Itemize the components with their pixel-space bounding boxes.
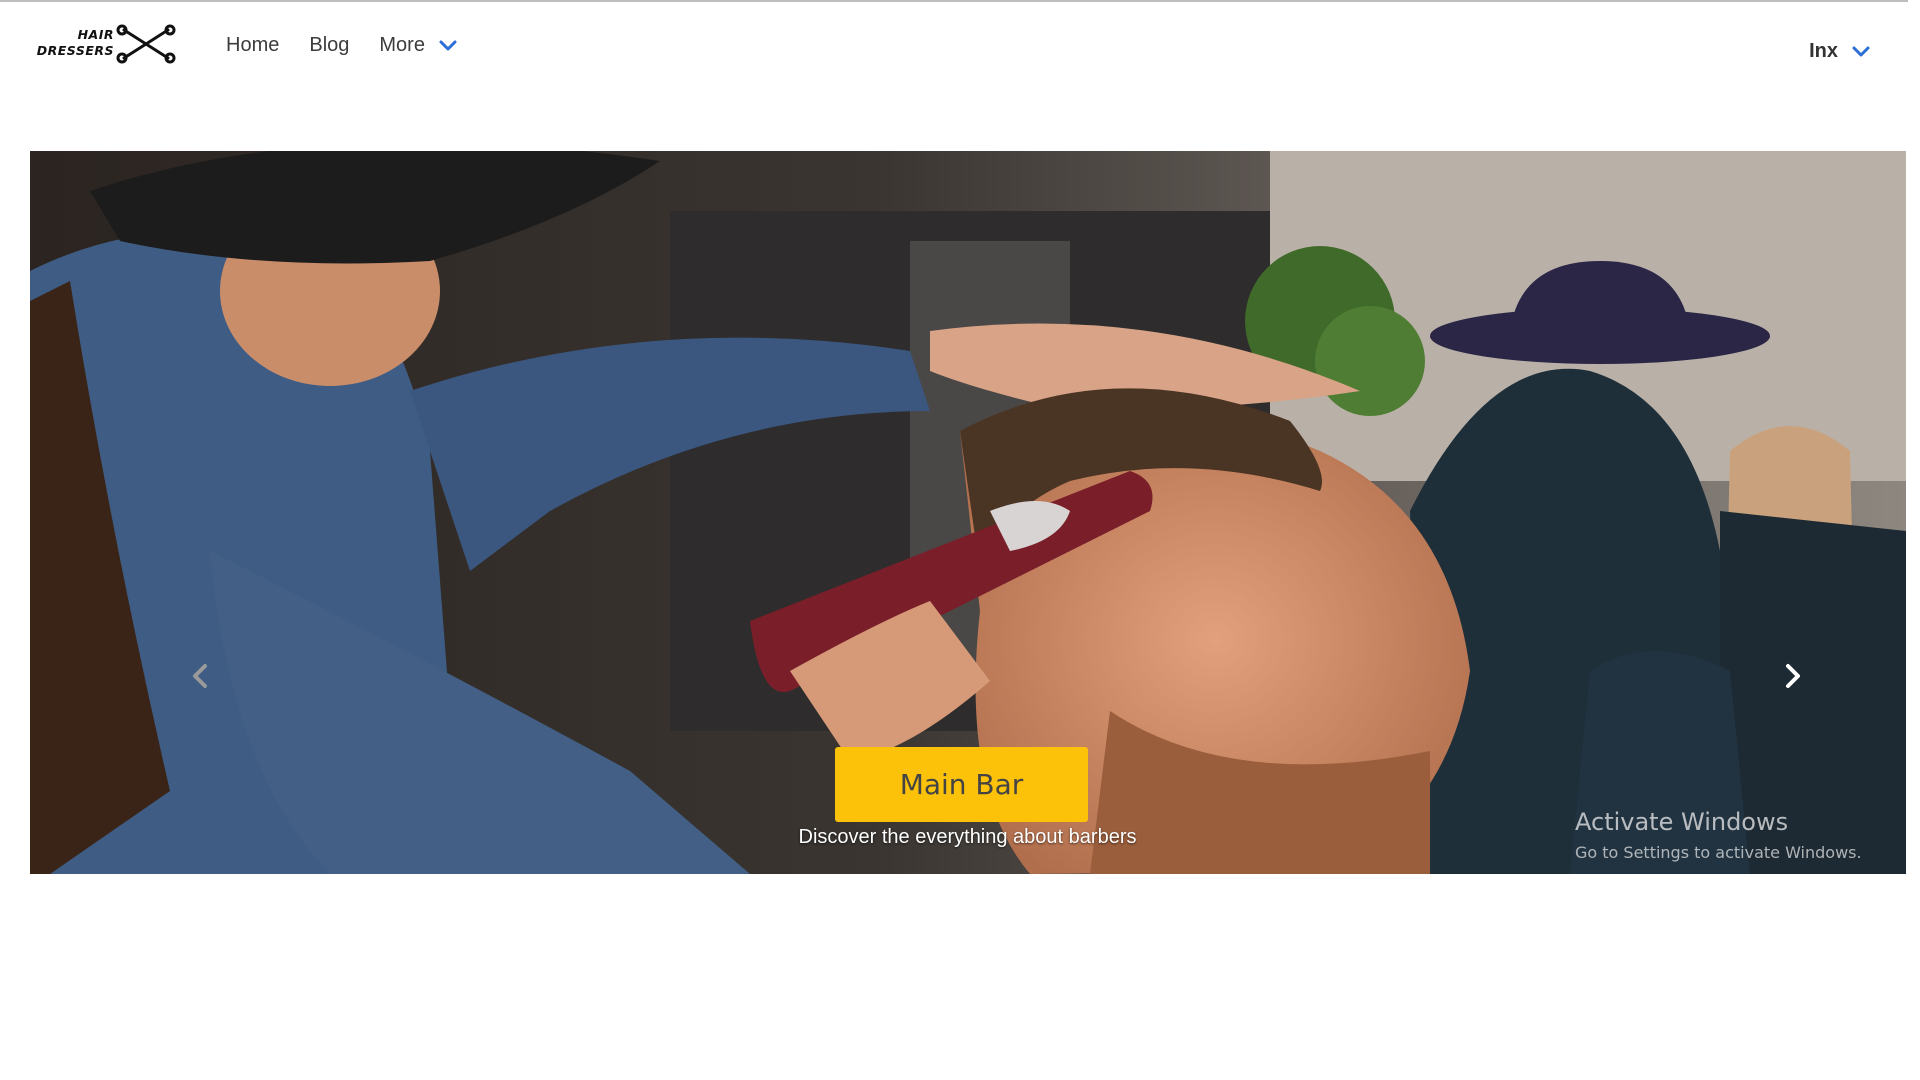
chevron-right-icon xyxy=(1786,664,1800,688)
nav-more-dropdown[interactable]: More xyxy=(379,34,457,57)
chevron-down-icon xyxy=(1852,46,1870,56)
main-bar-button[interactable]: Main Bar xyxy=(835,747,1088,822)
activate-windows-subtitle: Go to Settings to activate Windows. xyxy=(1575,843,1862,862)
activate-windows-title: Activate Windows xyxy=(1575,808,1789,836)
navbar: HAIR DRESSERS Home Blog More Inx xyxy=(0,2,1920,92)
user-name: Inx xyxy=(1809,40,1838,62)
brand-logo[interactable]: HAIR DRESSERS xyxy=(34,24,176,66)
user-menu-dropdown[interactable]: Inx xyxy=(1809,40,1870,63)
chevron-down-icon xyxy=(439,40,457,50)
logo-wordmark: HAIR DRESSERS xyxy=(37,27,114,59)
crossed-scissors-icon xyxy=(116,24,176,64)
carousel-next-button[interactable] xyxy=(1773,656,1813,696)
main-nav: Home Blog More xyxy=(226,34,457,57)
chevron-left-icon xyxy=(193,664,207,688)
carousel-caption: Discover the everything about barbers xyxy=(798,826,1137,848)
nav-home-link[interactable]: Home xyxy=(226,34,279,57)
logo-line-2: DRESSERS xyxy=(36,43,114,58)
nav-more-label: More xyxy=(379,34,425,56)
carousel-prev-button[interactable] xyxy=(180,656,220,696)
nav-blog-link[interactable]: Blog xyxy=(309,34,349,57)
logo-line-1: HAIR xyxy=(77,27,114,42)
